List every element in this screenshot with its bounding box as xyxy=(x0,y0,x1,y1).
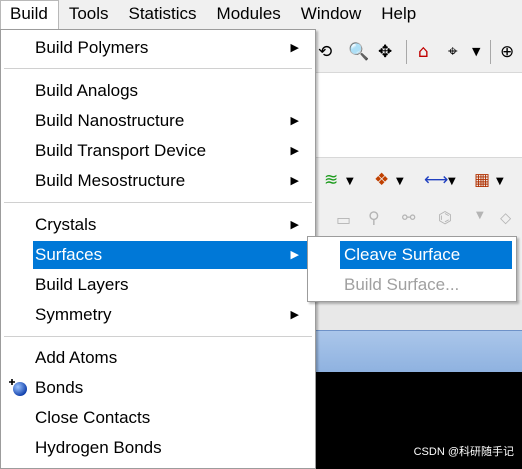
menu-item-label: Build Mesostructure xyxy=(35,171,186,190)
menu-item-label: Bonds xyxy=(35,378,84,397)
submenu-arrow-icon: ▶ xyxy=(290,145,299,157)
submenu-item-build-surface: Build Surface... xyxy=(344,275,460,294)
document-titlebar xyxy=(314,330,522,372)
menu-item-label: Build Polymers xyxy=(35,38,149,57)
menu-item-build-polymers[interactable]: Build Polymers ▶ xyxy=(35,34,313,62)
menu-window[interactable]: Window xyxy=(291,0,371,28)
rotate-icon[interactable]: ⟲ xyxy=(318,42,332,62)
sketch-tool-icon[interactable]: ⚲ xyxy=(368,208,380,227)
chevron-down-icon[interactable]: ▼ xyxy=(496,172,504,192)
menu-tools[interactable]: Tools xyxy=(59,0,119,28)
menu-item-label: Build Nanostructure xyxy=(35,111,185,130)
menu-item-add-atoms[interactable]: Add Atoms xyxy=(35,344,313,372)
chevron-down-icon[interactable]: ▼ xyxy=(346,172,354,192)
menu-item-label: Hydrogen Bonds xyxy=(35,438,162,457)
menu-help[interactable]: Help xyxy=(371,0,426,28)
menu-item-label: Build Analogs xyxy=(35,81,139,100)
sketch-toolbar: ▭ ⚲ ⚯ ⌬ ▼ ⬦ xyxy=(314,202,522,238)
zoom-icon[interactable]: 🔍 xyxy=(348,42,369,62)
chevron-down-icon[interactable]: ▼ xyxy=(472,42,480,62)
workspace-header xyxy=(314,300,522,330)
center-icon[interactable]: ⌖ xyxy=(448,42,458,62)
menu-bar: Build Tools Statistics Modules Window He… xyxy=(0,0,522,29)
menu-item-bonds[interactable]: Bonds xyxy=(35,374,313,402)
fragment-icon[interactable]: ▦ xyxy=(474,170,490,190)
document-pane xyxy=(314,72,522,158)
submenu-arrow-icon: ▶ xyxy=(290,115,299,127)
toolbar-separator xyxy=(490,40,491,64)
menu-item-crystals[interactable]: Crystals ▶ xyxy=(35,211,313,239)
menu-separator xyxy=(4,68,312,69)
display-icon[interactable]: ⊕ xyxy=(500,42,514,62)
chevron-down-icon[interactable]: ▼ xyxy=(448,172,456,192)
submenu-arrow-icon: ▶ xyxy=(290,249,299,261)
menu-item-symmetry[interactable]: Symmetry ▶ xyxy=(35,301,313,329)
menu-item-build-nanostructure[interactable]: Build Nanostructure ▶ xyxy=(35,107,313,135)
submenu-arrow-icon: ▶ xyxy=(290,42,299,54)
build-menu: Build Polymers ▶ Build Analogs Build Nan… xyxy=(0,29,316,469)
add-atoms-icon xyxy=(9,379,27,396)
chevron-down-icon[interactable]: ▼ xyxy=(476,210,484,221)
menu-item-label: Build Transport Device xyxy=(35,141,207,160)
sketch-tool-icon[interactable]: ⬦ xyxy=(500,208,511,228)
menu-item-label: Surfaces xyxy=(35,245,103,264)
menu-separator xyxy=(4,202,312,203)
menu-item-build-transport-device[interactable]: Build Transport Device ▶ xyxy=(35,137,313,165)
menu-build[interactable]: Build xyxy=(0,0,59,29)
toolbar-separator xyxy=(406,40,407,64)
menu-item-label: Symmetry xyxy=(35,305,112,324)
watermark: CSDN @科研随手记 xyxy=(413,446,514,458)
submenu-item-cleave-surface[interactable]: Cleave Surface xyxy=(340,241,512,269)
menu-item-build-layers[interactable]: Build Layers xyxy=(35,271,313,299)
submenu-arrow-icon: ▶ xyxy=(290,219,299,231)
secondary-toolbar: ≋ ▼ ❖ ▼ ⟷ ▼ ▦ ▼ xyxy=(314,160,522,200)
menu-item-label: Add Atoms xyxy=(35,348,118,367)
chevron-down-icon[interactable]: ▼ xyxy=(396,172,404,192)
sketch-tool-icon[interactable]: ⚯ xyxy=(402,208,415,227)
menu-item-hydrogen-bonds[interactable]: Hydrogen Bonds xyxy=(35,434,313,462)
main-toolbar: ⟲ 🔍 ✥ ⌂ ⌖ ▼ ⊕ xyxy=(314,32,522,72)
menu-item-build-analogs[interactable]: Build Analogs xyxy=(35,77,313,105)
menu-item-close-contacts[interactable]: Close Contacts xyxy=(35,404,313,432)
submenu-arrow-icon: ▶ xyxy=(290,175,299,187)
menu-separator xyxy=(4,336,312,337)
menu-item-surfaces[interactable]: Surfaces ▶ xyxy=(33,241,313,269)
pan-icon[interactable]: ✥ xyxy=(378,42,392,62)
sketch-tool-icon[interactable]: ▭ xyxy=(336,210,351,229)
sketch-tool-icon[interactable]: ⌬ xyxy=(438,208,452,227)
submenu-arrow-icon: ▶ xyxy=(290,309,299,321)
menu-statistics[interactable]: Statistics xyxy=(119,0,207,28)
menu-modules[interactable]: Modules xyxy=(207,0,291,28)
menu-item-label: Close Contacts xyxy=(35,408,151,427)
home-icon[interactable]: ⌂ xyxy=(418,42,429,62)
menu-item-label: Build Layers xyxy=(35,275,129,294)
display-style-icon[interactable]: ≋ xyxy=(324,170,338,190)
menu-item-label: Crystals xyxy=(35,215,97,234)
menu-item-build-mesostructure[interactable]: Build Mesostructure ▶ xyxy=(35,167,313,195)
bond-icon[interactable]: ⟷ xyxy=(424,170,448,190)
color-atoms-icon[interactable]: ❖ xyxy=(374,170,389,190)
surfaces-submenu: Cleave Surface Build Surface... xyxy=(307,236,517,302)
